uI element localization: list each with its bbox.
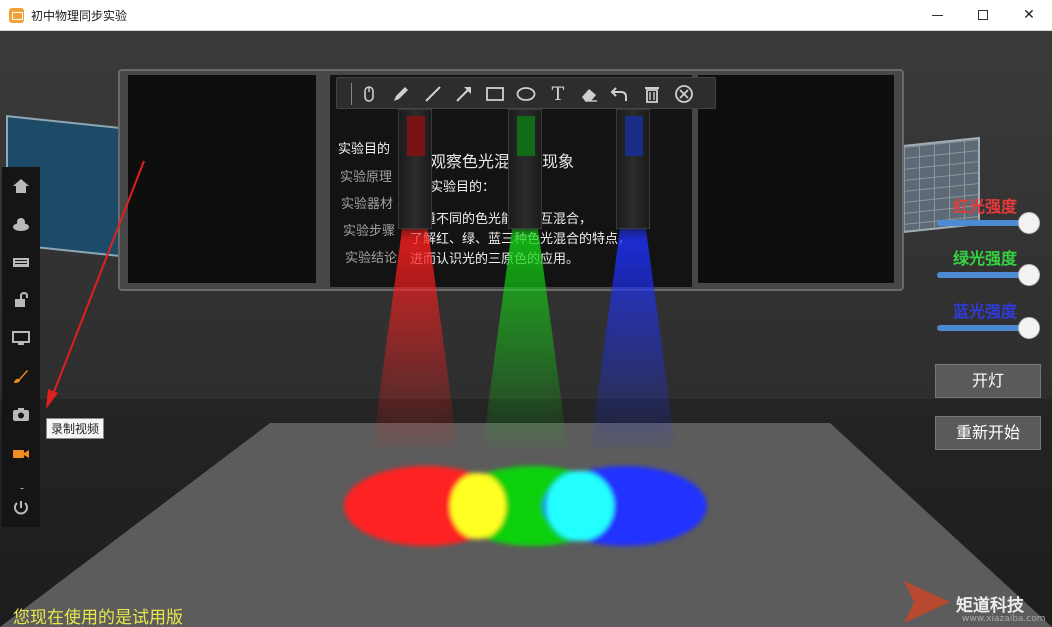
keyboard-icon	[12, 253, 30, 271]
keyboard-button[interactable]	[2, 243, 40, 281]
turn-on-light-button[interactable]: 开灯	[935, 364, 1041, 398]
experiment-button[interactable]	[2, 205, 40, 243]
camera-button[interactable]	[2, 395, 40, 433]
red-slider-thumb[interactable]	[1018, 212, 1040, 234]
arrow-icon[interactable]	[452, 82, 476, 106]
restart-button[interactable]: 重新开始	[935, 416, 1041, 450]
green-filter	[517, 116, 535, 156]
menu-item-conclusion[interactable]: 实验结论	[345, 247, 397, 266]
red-lamp[interactable]	[398, 109, 432, 229]
line-icon[interactable]	[421, 82, 445, 106]
content-line: 知道不同的色光能够相互混合，	[410, 208, 592, 227]
menu-item-equipment[interactable]: 实验器材	[341, 193, 393, 212]
menu-item-steps[interactable]: 实验步骤	[343, 220, 395, 239]
toolbar-divider	[351, 83, 352, 105]
blue-filter	[625, 116, 643, 156]
undo-icon[interactable]	[608, 82, 632, 106]
maximize-icon	[978, 10, 988, 20]
green-lamp[interactable]	[508, 109, 542, 229]
watermark-logo-icon	[904, 581, 950, 623]
home-icon	[12, 177, 30, 195]
trash-icon[interactable]	[640, 82, 664, 106]
blue-intensity-slider[interactable]	[937, 325, 1029, 331]
title-bar: 初中物理同步实验 ✕	[0, 0, 1052, 31]
rectangle-icon[interactable]	[483, 82, 507, 106]
mouse-icon[interactable]	[357, 82, 381, 106]
unlock-button[interactable]	[2, 281, 40, 319]
close-button[interactable]: ✕	[1006, 0, 1052, 30]
pencil-icon[interactable]	[389, 82, 413, 106]
left-sidebar	[2, 167, 40, 527]
watermark-site: www.xiazaiba.com	[962, 614, 1046, 624]
content-heading: 实验目的：	[430, 176, 495, 195]
minimize-button[interactable]	[914, 0, 960, 30]
red-filter	[407, 116, 425, 156]
content-line: 进而认识光的三原色的应用。	[410, 248, 579, 267]
green-slider-thumb[interactable]	[1018, 264, 1040, 286]
blackboard-title: 观察色光混合的现象	[430, 148, 574, 172]
video-camera-icon	[12, 445, 30, 463]
drawing-toolbar: T	[336, 77, 716, 109]
app-window: 初中物理同步实验 ✕ 观察色光混合的现象 实验目的： 知道不同的色光能够相互混合…	[0, 0, 1052, 627]
app-logo-icon	[9, 8, 24, 23]
minimize-icon	[932, 15, 943, 16]
light-spots	[330, 455, 730, 555]
power-icon	[12, 499, 30, 517]
power-button[interactable]	[2, 489, 40, 527]
monitor-button[interactable]	[2, 319, 40, 357]
close-circle-icon[interactable]	[672, 82, 696, 106]
window-title: 初中物理同步实验	[31, 7, 127, 24]
trial-notice: 您现在使用的是试用版	[13, 603, 183, 627]
green-intensity-slider[interactable]	[937, 272, 1029, 278]
red-intensity-label: 红光强度	[953, 193, 1017, 217]
blue-slider-thumb[interactable]	[1018, 317, 1040, 339]
camera-icon	[12, 405, 30, 423]
watermark-brand: 矩道科技	[956, 591, 1024, 616]
red-intensity-slider[interactable]	[937, 220, 1029, 226]
home-button[interactable]	[2, 167, 40, 205]
blue-lamp[interactable]	[616, 109, 650, 229]
brush-button[interactable]	[2, 357, 40, 395]
watermark: 矩道科技 www.xiazaiba.com	[902, 577, 1052, 627]
record-video-tooltip: 录制视频	[46, 418, 104, 439]
menu-item-principle[interactable]: 实验原理	[340, 166, 392, 185]
ellipse-icon[interactable]	[514, 82, 538, 106]
green-intensity-label: 绿光强度	[953, 245, 1017, 269]
close-icon: ✕	[1023, 7, 1035, 23]
eraser-icon[interactable]	[577, 82, 601, 106]
monitor-icon	[12, 329, 30, 347]
yellow-overlap-spot	[450, 473, 506, 539]
wall-poster-right	[902, 137, 980, 233]
unlock-icon	[12, 291, 30, 309]
text-icon[interactable]: T	[546, 82, 570, 106]
cyan-overlap-spot	[546, 471, 614, 541]
blackboard-right-panel	[698, 75, 894, 283]
brush-icon	[12, 367, 30, 385]
blackboard-left-panel	[128, 75, 316, 283]
blue-intensity-label: 蓝光强度	[953, 298, 1017, 322]
record-video-button[interactable]	[2, 435, 40, 473]
experiment-icon	[12, 215, 30, 233]
menu-item-purpose[interactable]: 实验目的	[338, 138, 390, 157]
lab-scene[interactable]: 观察色光混合的现象 实验目的： 知道不同的色光能够相互混合， 了解红、绿、蓝三种…	[0, 31, 1052, 627]
maximize-button[interactable]	[960, 0, 1006, 30]
